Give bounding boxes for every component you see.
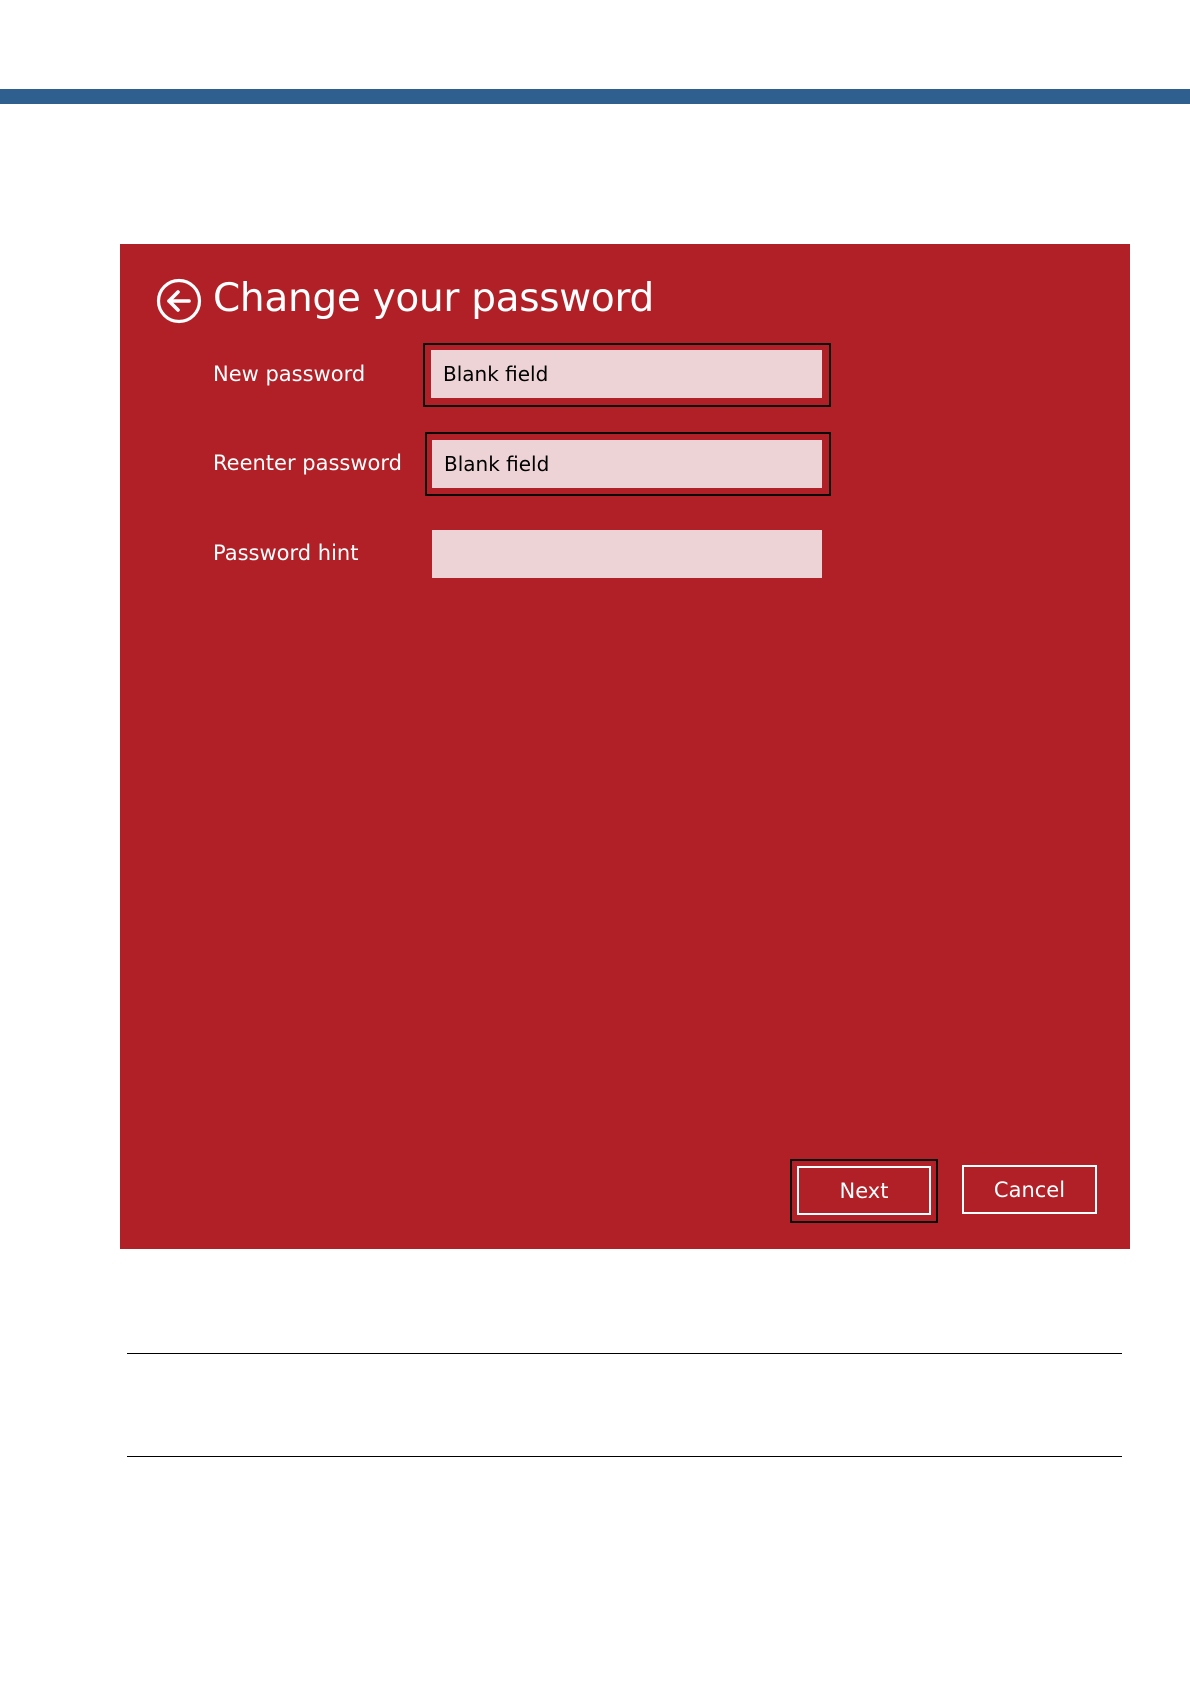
divider-line: [127, 1353, 1122, 1354]
page-title: Change your password: [213, 276, 654, 321]
cancel-button[interactable]: Cancel: [962, 1165, 1097, 1214]
next-button[interactable]: Next: [797, 1166, 931, 1215]
new-password-label: New password: [213, 362, 366, 386]
back-arrow-icon[interactable]: [156, 278, 202, 324]
password-hint-field[interactable]: [432, 530, 822, 578]
change-password-dialog: Change your password New password Reente…: [120, 244, 1130, 1249]
top-banner-bar: [0, 89, 1190, 104]
reenter-password-label: Reenter password: [213, 451, 402, 475]
password-hint-label: Password hint: [213, 541, 359, 565]
reenter-password-field[interactable]: [432, 440, 822, 488]
divider-line: [127, 1456, 1122, 1457]
new-password-field[interactable]: [431, 350, 822, 398]
